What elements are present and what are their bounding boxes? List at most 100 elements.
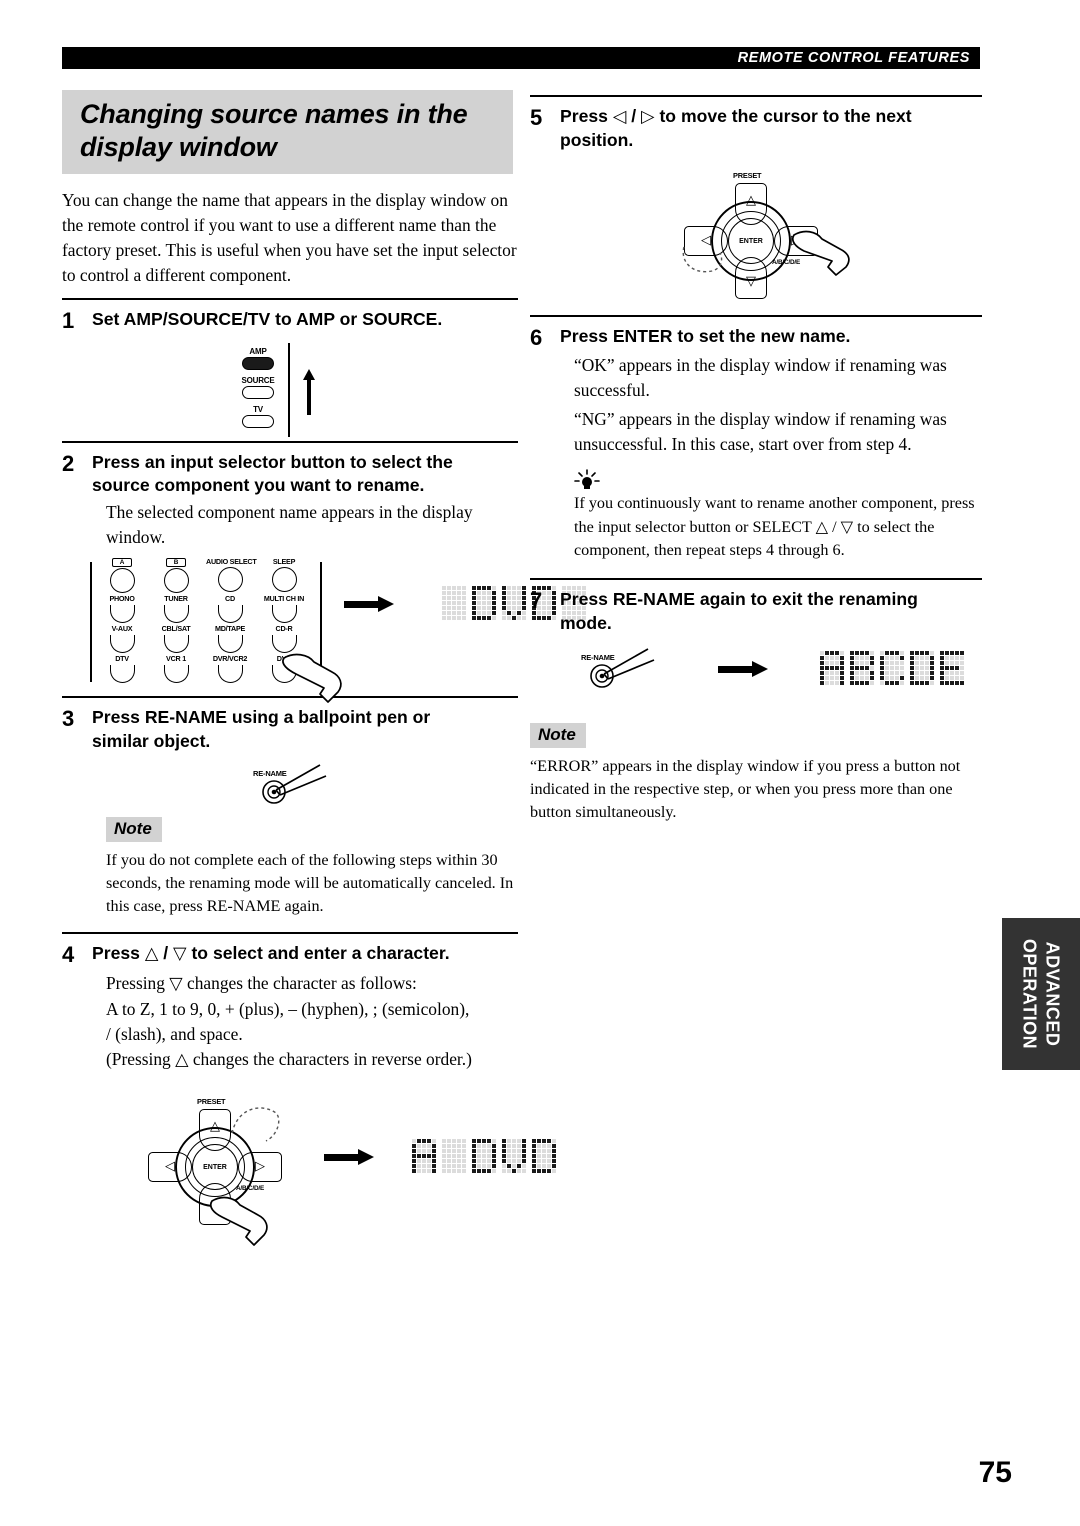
step7-heading: Press RE-NAME again to exit the renaming… bbox=[560, 588, 982, 635]
dpad-preset-label-step5: PRESET bbox=[733, 170, 762, 180]
step6-body-line2: “NG” appears in the display window if re… bbox=[574, 409, 947, 455]
step6-rule bbox=[530, 314, 982, 317]
btn-dvr-vcr2[interactable]: DVR/VCR2 bbox=[206, 654, 254, 684]
btn-dtv-circle[interactable] bbox=[109, 665, 135, 684]
switch-pill-amp[interactable] bbox=[242, 356, 274, 370]
cursor-pad-step5: PRESET △ ▽ ◁ ▷ ENTER A/B/C/D/E bbox=[678, 170, 850, 299]
btn-cbl-sat[interactable]: CBL/SAT bbox=[152, 624, 200, 654]
switch-label-source: SOURCE bbox=[241, 375, 275, 385]
switch-label-tv: TV bbox=[253, 404, 263, 414]
ballpoint-pen-icon bbox=[262, 764, 327, 805]
amp-source-tv-switch-figure: AMP SOURCE TV bbox=[62, 342, 518, 439]
step6-tip: If you continuously want to rename anoth… bbox=[530, 469, 982, 562]
input-selector-figure: A B AUDIO SELECT SLEEP PHONO TUNER CD MU… bbox=[62, 557, 586, 704]
side-tab-text: ADVANCED OPERATION bbox=[1019, 939, 1064, 1049]
triangle-up-icon-2: △ bbox=[175, 1049, 189, 1070]
step4-body-line2: A to Z, 1 to 9, 0, + (plus), – (hyphen),… bbox=[106, 998, 470, 1019]
btn-vcr1[interactable]: VCR 1 bbox=[152, 655, 200, 684]
step5-number: 5 bbox=[530, 105, 543, 130]
dpad-figure-step4: PRESET △ ▽ ◁ ▷ ENTER A/B/C/D/E bbox=[62, 1087, 556, 1277]
btn-tuner-circle[interactable] bbox=[163, 605, 189, 624]
step3-heading-line2: similar object. bbox=[92, 730, 211, 751]
enter-button-step4[interactable]: ENTER bbox=[192, 1143, 238, 1190]
btn-audio-select-label: AUDIO SELECT bbox=[206, 557, 257, 567]
btn-tuner[interactable]: TUNER bbox=[152, 595, 200, 624]
btn-v-aux-label: V-AUX bbox=[111, 624, 133, 634]
btn-dtv[interactable]: DTV bbox=[98, 655, 146, 684]
btn-sleep-circle[interactable] bbox=[271, 567, 297, 593]
running-head-text: REMOTE CONTROL FEATURES bbox=[737, 50, 970, 66]
btn-phono-label: PHONO bbox=[109, 594, 135, 604]
dashed-motion-arrow-icon bbox=[231, 1107, 280, 1142]
step6-tip-mid: / bbox=[828, 518, 841, 537]
dpad-preset-label-step4: PRESET bbox=[197, 1096, 226, 1106]
section-title: Changing source names in the display win… bbox=[62, 90, 513, 174]
btn-phono-circle[interactable] bbox=[109, 605, 135, 624]
dpad-abcde-label-step4: A/B/C/D/E bbox=[236, 1184, 265, 1192]
right-column: 5 Press ◁ / ▷ to move the cursor to the … bbox=[530, 95, 982, 824]
display-window-step7 bbox=[820, 651, 964, 686]
step2-heading-line1: Press an input selector button to select… bbox=[92, 451, 453, 472]
step7-heading-line2: mode. bbox=[560, 612, 612, 633]
btn-audio-select[interactable]: AUDIO SELECT bbox=[206, 557, 257, 593]
btn-multi-ch-in-circle[interactable] bbox=[271, 605, 297, 624]
step4-body-line1: Pressing ▽ changes the character as foll… bbox=[106, 971, 518, 997]
btn-a-circle[interactable] bbox=[109, 568, 135, 594]
btn-a[interactable]: A bbox=[98, 558, 146, 594]
step5-heading-line2: position. bbox=[560, 130, 634, 151]
step2-rule bbox=[62, 440, 518, 443]
btn-md-tape[interactable]: MD/TAPE bbox=[206, 625, 254, 654]
btn-cbl-sat-circle[interactable] bbox=[163, 635, 189, 654]
btn-cd-r[interactable]: CD-R bbox=[260, 624, 308, 654]
btn-cd-r-label: CD-R bbox=[275, 624, 293, 634]
enter-button-step5[interactable]: ENTER bbox=[728, 217, 774, 264]
step4-heading: Press △ / ▽ to select and enter a charac… bbox=[92, 942, 518, 966]
btn-v-aux[interactable]: V-AUX bbox=[98, 624, 146, 654]
btn-md-tape-circle[interactable] bbox=[217, 635, 243, 654]
step4-rule bbox=[62, 932, 518, 935]
lcd-char-D4 bbox=[532, 1138, 556, 1173]
lcd-char-C bbox=[880, 651, 904, 686]
lcd-char-B bbox=[850, 651, 874, 686]
step2-number: 2 bbox=[62, 450, 75, 476]
step6-number: 6 bbox=[530, 324, 543, 350]
step3-heading: Press RE-NAME using a ballpoint pen or s… bbox=[92, 706, 518, 753]
note-body-step3: If you do not complete each of the follo… bbox=[106, 851, 514, 916]
step2-heading-line2: source component you want to rename. bbox=[92, 474, 425, 495]
step-5: 5 Press ◁ / ▷ to move the cursor to the … bbox=[530, 105, 982, 153]
btn-v-aux-circle[interactable] bbox=[109, 635, 135, 654]
btn-phono[interactable]: PHONO bbox=[98, 594, 146, 624]
btn-dvr-vcr2-circle[interactable] bbox=[217, 665, 243, 684]
rename-pen-figure-step3: RE-NAME bbox=[62, 753, 518, 815]
triangle-right-icon: ▷ bbox=[641, 107, 655, 127]
btn-audio-select-circle[interactable] bbox=[217, 567, 243, 593]
triangle-down-icon: ▽ bbox=[173, 944, 187, 965]
lcd-char-V2 bbox=[502, 1138, 526, 1173]
switch-pill-source[interactable] bbox=[242, 385, 274, 399]
step5-heading-line1: Press ◁ / ▷ to move the cursor to the ne… bbox=[560, 105, 982, 129]
switch-label-amp: AMP bbox=[249, 346, 267, 356]
step2-arrow bbox=[344, 596, 398, 613]
step-3: 3 Press RE-NAME using a ballpoint pen or… bbox=[62, 706, 518, 753]
btn-b[interactable]: B bbox=[152, 558, 200, 594]
step-4: 4 Press △ / ▽ to select and enter a char… bbox=[62, 942, 518, 968]
triangle-down-icon-2: ▽ bbox=[169, 973, 183, 994]
btn-b-circle[interactable] bbox=[163, 568, 189, 594]
step5-mid: / bbox=[626, 106, 642, 126]
step4-l1-post: changes the character as follows: bbox=[182, 972, 417, 993]
step4-number: 4 bbox=[62, 942, 75, 968]
remote-edge-line bbox=[288, 342, 290, 437]
triangle-down-icon-3: ▽ bbox=[840, 517, 854, 537]
step5-heading: Press ◁ / ▷ to move the cursor to the ne… bbox=[560, 105, 982, 153]
btn-dvr-vcr2-label: DVR/VCR2 bbox=[212, 654, 248, 664]
btn-cd-circle[interactable] bbox=[217, 605, 243, 624]
btn-cd[interactable]: CD bbox=[206, 595, 254, 624]
switch-pill-tv[interactable] bbox=[242, 414, 274, 428]
switch-direction-arrow-icon bbox=[303, 368, 315, 415]
btn-cbl-sat-label: CBL/SAT bbox=[161, 624, 191, 634]
btn-vcr1-circle[interactable] bbox=[163, 665, 189, 684]
btn-multi-ch-in[interactable]: MULTI CH IN bbox=[260, 595, 308, 624]
btn-sleep[interactable]: SLEEP bbox=[260, 558, 308, 593]
step3-number: 3 bbox=[62, 706, 75, 732]
running-head-band: REMOTE CONTROL FEATURES bbox=[62, 47, 980, 69]
